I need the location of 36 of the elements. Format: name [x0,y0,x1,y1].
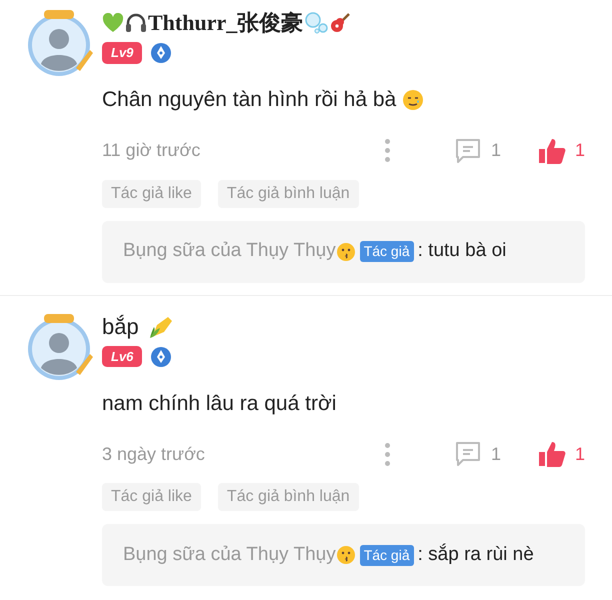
tag: Tác giả bình luận [218,483,359,511]
comment-text: Chân nguyên tàn hình rồi hả bà [102,87,396,113]
headphones-icon [125,12,147,34]
pen-nib-badge-icon [150,42,172,64]
reply-text: : sắp ra rùi nè [418,542,534,567]
tag: Tác giả like [102,483,201,511]
like-count: 1 [574,442,585,466]
corn-icon [148,314,174,338]
smiling-tear-emoji-icon [402,88,424,111]
timestamp: 11 giờ trước [102,139,202,162]
pen-nib-badge-icon [150,346,172,368]
guitar-icon [329,12,352,34]
kissing-emoji-icon [336,545,356,565]
reply-author: Bụng sữa của Thụy Thụy [123,239,336,264]
level-badge: Lv6 [102,346,142,368]
more-icon[interactable] [384,442,390,466]
tag: Tác giả bình luận [218,180,359,208]
kissing-emoji-icon [336,242,356,262]
level-badge: Lv9 [102,42,142,64]
more-icon[interactable] [384,139,390,162]
bubbles-icon [304,12,328,34]
comment-text: nam chính lâu ra quá trời [102,390,336,416]
author-badge: Tác giả [360,544,414,566]
reply-count: 1 [490,442,501,466]
tag: Tác giả like [102,180,201,208]
comment-icon[interactable] [454,441,482,467]
username: bắp [102,312,139,340]
like-count: 1 [574,139,585,162]
comment-icon[interactable] [454,138,482,164]
timestamp: 3 ngày trước [102,442,206,466]
author-badge: Tác giả [360,241,414,262]
reply-author: Bụng sữa của Thụy Thụy [123,542,336,567]
username: Ththurr_张俊豪 [148,9,304,37]
reply-text: : tutu bà oi [418,239,506,264]
heart-icon [102,13,124,33]
reply-count: 1 [490,139,501,162]
